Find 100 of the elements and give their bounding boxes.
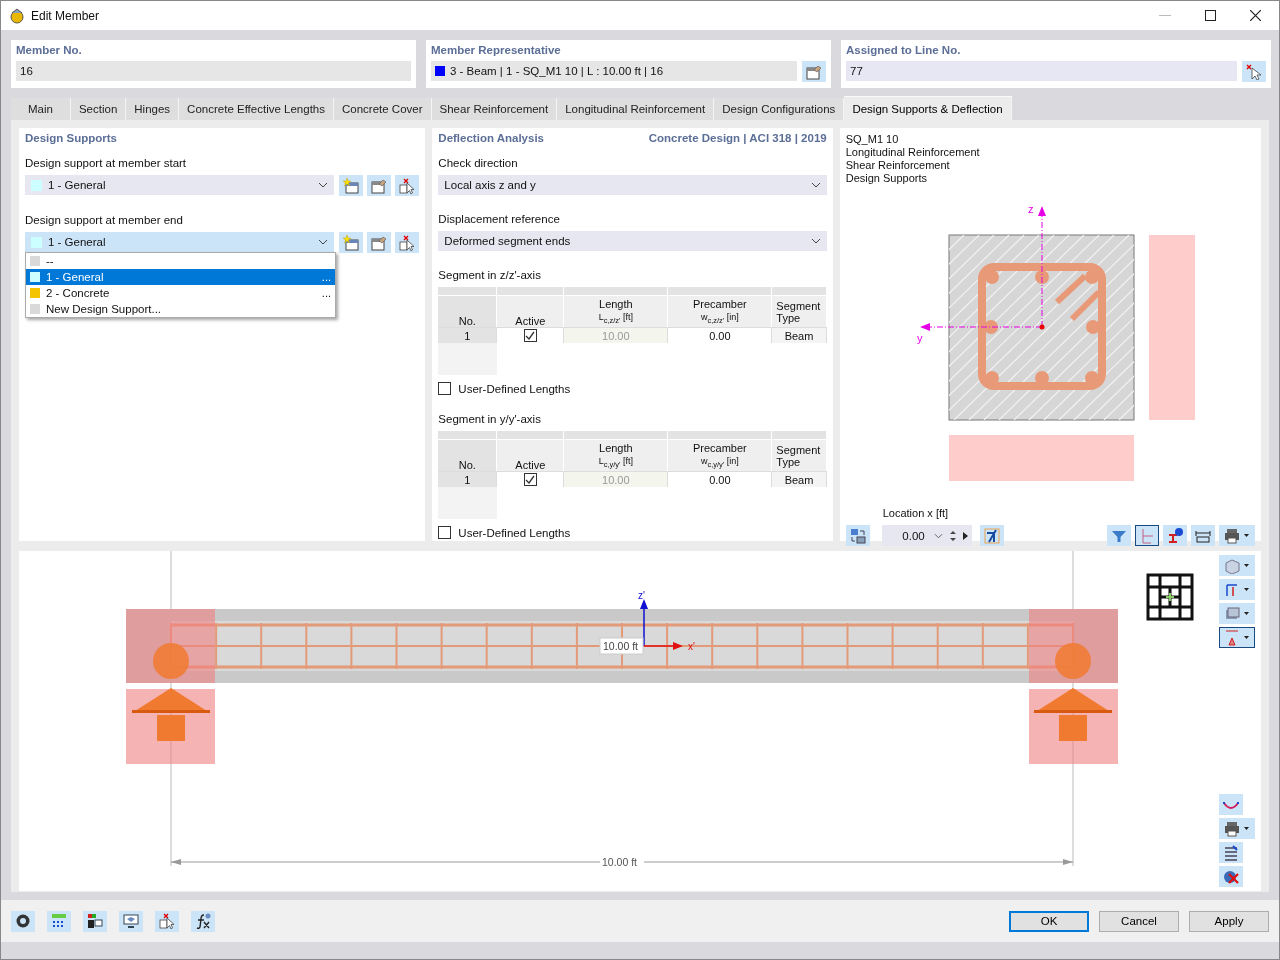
checkbox-label: User-Defined Lengths <box>458 382 571 395</box>
field-label: Design support at member start <box>25 156 188 171</box>
origin-dot <box>1039 324 1045 330</box>
units-button[interactable] <box>47 910 71 932</box>
pick-button[interactable] <box>395 175 419 196</box>
row-number: 1 <box>438 471 498 487</box>
location-field[interactable]: 0.00 <box>881 525 972 546</box>
print-button[interactable] <box>1219 525 1255 546</box>
dropdown-option[interactable]: 1 - General ... <box>26 269 335 285</box>
new-button[interactable] <box>339 232 363 253</box>
reset-button[interactable] <box>1219 866 1243 887</box>
new-button[interactable] <box>339 175 363 196</box>
field-label: Assigned to Line No. <box>846 43 962 58</box>
table-title: Segment in y/y'-axis <box>438 412 542 427</box>
column-header: Active <box>497 439 565 471</box>
member-representative-field[interactable]: 3 - Beam | 1 - SQ_M1 10 | L : 10.00 ft | 16 <box>431 61 797 81</box>
section-title: Deflection Analysis <box>438 131 544 146</box>
tab[interactable]: Section <box>70 98 127 120</box>
help-button[interactable] <box>11 910 35 932</box>
close-icon[interactable] <box>1250 10 1261 21</box>
column-header: Segment Type <box>772 295 827 327</box>
axis-z-arrow <box>640 599 648 647</box>
section-button[interactable] <box>979 525 1004 546</box>
edit-button[interactable] <box>367 175 391 196</box>
print-button[interactable] <box>1219 818 1255 839</box>
table-title: Segment in z/z'-axis <box>438 268 542 283</box>
tab[interactable]: Main <box>11 98 71 120</box>
view-button[interactable] <box>119 910 143 932</box>
dimension-button[interactable] <box>1191 525 1215 546</box>
play-icon[interactable] <box>962 531 968 540</box>
pick-button[interactable] <box>395 232 419 253</box>
window-star-icon <box>343 234 359 251</box>
axes-button[interactable] <box>1135 525 1159 546</box>
checkbox[interactable] <box>523 473 537 486</box>
grid-icon[interactable] <box>1146 573 1194 621</box>
edit-button[interactable] <box>367 232 391 253</box>
checkbox-label: User-Defined Lengths <box>458 526 571 539</box>
table-cell: 10.00 <box>564 327 669 343</box>
checkbox[interactable] <box>438 382 452 395</box>
column-header: Length L$_{c,y/y'}$ [ft] <box>564 439 669 471</box>
axes-button[interactable] <box>1219 579 1255 600</box>
document-cursor-icon <box>399 177 415 194</box>
beam-info-icon <box>1167 527 1183 544</box>
tab[interactable]: Hinges <box>126 98 180 120</box>
more-mark: ... <box>321 272 331 282</box>
tab[interactable]: Longitudinal Reinforcement <box>557 98 715 120</box>
tab[interactable]: Concrete Effective Lengths <box>179 98 334 120</box>
info-button[interactable] <box>1163 525 1187 546</box>
list-icon <box>1223 844 1239 861</box>
displacement-reference-dropdown[interactable]: Deformed segment ends <box>438 231 827 251</box>
standard-label: Concrete Design | ACI 318 | 2019 <box>648 131 827 146</box>
support-button[interactable] <box>1219 627 1255 648</box>
member-number-field[interactable]: 16 <box>16 61 411 81</box>
column-header: No. <box>438 439 498 471</box>
pick-button[interactable] <box>155 910 179 932</box>
row-header-filler <box>438 487 498 519</box>
field-label: Member Representative <box>431 43 562 58</box>
support-end-dropdown[interactable]: 1 - General <box>25 232 334 252</box>
tab[interactable]: Design Configurations <box>714 98 845 120</box>
chevron-icon <box>810 238 821 244</box>
tab[interactable]: Concrete Cover <box>334 98 432 120</box>
dropdown-option[interactable]: 2 - Concrete ... <box>26 285 335 301</box>
column-header: Active <box>497 295 565 327</box>
color-button[interactable] <box>83 910 107 932</box>
dialog-button[interactable]: Apply <box>1189 910 1269 932</box>
cross-icon <box>1223 868 1239 885</box>
window-hand-icon <box>806 63 822 80</box>
edit-button[interactable] <box>802 61 826 82</box>
filter-button[interactable] <box>1107 525 1131 546</box>
support-start-dropdown[interactable]: 1 - General <box>25 175 334 195</box>
info-line: Design Supports <box>845 172 929 185</box>
spinner-icon[interactable] <box>949 529 956 542</box>
dialog-button[interactable]: OK <box>1009 910 1089 932</box>
deflection-button[interactable] <box>1219 794 1243 815</box>
maximize-icon[interactable] <box>1205 10 1216 21</box>
dropdown-option[interactable]: New Design Support... <box>26 301 335 317</box>
checkbox[interactable] <box>438 526 452 539</box>
tab[interactable]: Shear Reinforcement <box>431 98 558 120</box>
display-button[interactable] <box>1219 603 1255 624</box>
check-direction-dropdown[interactable]: Local axis z and y <box>438 175 827 195</box>
formula-button[interactable] <box>191 910 215 932</box>
dialog-button[interactable]: Cancel <box>1099 910 1179 932</box>
tab[interactable]: Design Supports & Deflection <box>844 96 1012 120</box>
pick-button[interactable] <box>1242 61 1266 82</box>
axis-label: z' <box>638 590 645 601</box>
checkbox[interactable] <box>523 329 537 342</box>
list-button[interactable] <box>1219 842 1243 863</box>
table-cell: Beam <box>772 471 827 487</box>
printer-icon <box>1224 820 1250 837</box>
field-label: Design support at member end <box>25 213 184 228</box>
window-hand-icon <box>371 234 387 251</box>
column-header: Precamber w$_{c,y/y'}$ [in] <box>668 439 773 471</box>
view-button[interactable] <box>845 525 870 546</box>
column-header: Length L$_{c,z/z'}$ [ft] <box>564 295 669 327</box>
table-cell: 10.00 <box>564 471 669 487</box>
palette-icon <box>87 913 103 929</box>
table-cell: 0.00 <box>668 327 773 343</box>
info-line: Longitudinal Reinforcement <box>845 146 981 159</box>
dropdown-option[interactable]: -- <box>26 253 335 269</box>
assigned-line-field[interactable]: 77 <box>846 61 1237 81</box>
